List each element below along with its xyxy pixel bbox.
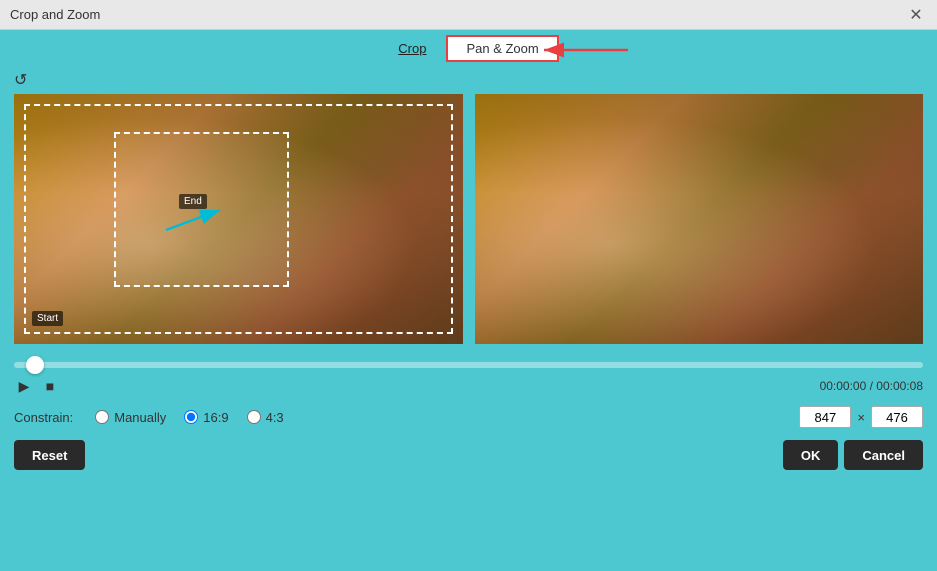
playback-controls: ▶ ■ [14,376,60,396]
ok-button[interactable]: OK [783,440,839,470]
dimension-separator: × [857,410,865,425]
label-end: End [179,194,207,209]
tab-crop[interactable]: Crop [378,35,446,62]
radio-16-9[interactable]: 16:9 [184,410,228,425]
radio-4-3-input[interactable] [247,410,261,424]
reset-button[interactable]: Reset [14,440,85,470]
stop-button[interactable]: ■ [40,376,60,396]
radio-manually-input[interactable] [95,410,109,424]
radio-manually-label: Manually [114,410,166,425]
bottom-row: Reset OK Cancel [0,434,937,476]
radio-4-3-label: 4:3 [266,410,284,425]
preview-area: Start End [0,94,937,344]
title-bar: Crop and Zoom ✕ [0,0,937,30]
tab-pan-zoom[interactable]: Pan & Zoom [446,35,558,62]
preview-image-left: Start End [14,94,463,344]
playback-row: ▶ ■ 00:00:00 / 00:00:08 [0,372,937,400]
label-start: Start [32,311,63,326]
selection-inner[interactable] [114,132,289,287]
radio-manually[interactable]: Manually [95,410,166,425]
radio-16-9-label: 16:9 [203,410,228,425]
width-input[interactable] [799,406,851,428]
timeline-track[interactable] [14,362,923,368]
tab-area: Crop Pan & Zoom [0,30,937,66]
radio-4-3[interactable]: 4:3 [247,410,284,425]
window-title: Crop and Zoom [10,7,100,22]
timeline-thumb[interactable] [26,356,44,374]
play-button[interactable]: ▶ [14,376,34,396]
time-display: 00:00:00 / 00:00:08 [820,379,923,393]
spacer [0,344,937,354]
preview-panel-right [475,94,924,344]
constrain-row: Constrain: Manually 16:9 4:3 × [0,400,937,434]
height-input[interactable] [871,406,923,428]
cancel-button[interactable]: Cancel [844,440,923,470]
constrain-label: Constrain: [14,410,73,425]
preview-panel-left: Start End [14,94,463,344]
bottom-right-buttons: OK Cancel [783,440,923,470]
dimension-box: × [799,406,923,428]
radio-16-9-input[interactable] [184,410,198,424]
toolbar-row: ↺ [0,66,937,94]
preview-image-right [475,94,924,344]
loop-icon[interactable]: ↺ [14,70,27,90]
close-button[interactable]: ✕ [905,4,927,26]
timeline-area [0,354,937,372]
